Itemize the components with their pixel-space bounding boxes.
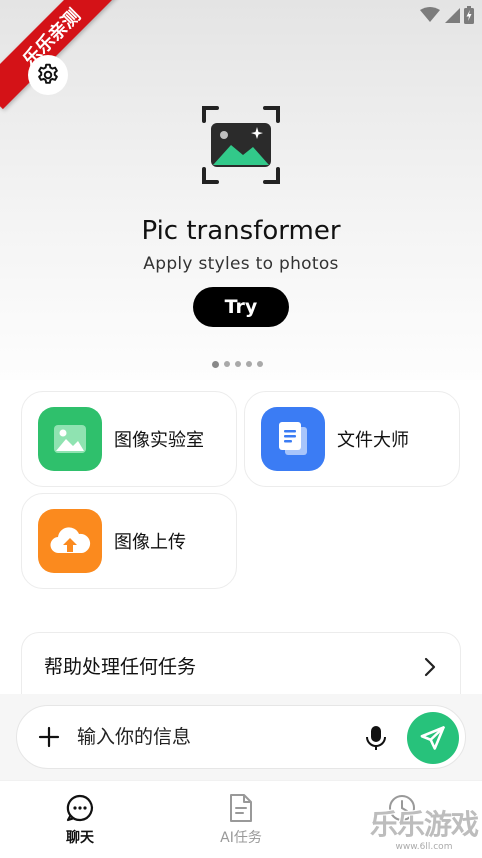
watermark-logo-text: 乐乐游戏: [369, 808, 479, 841]
feature-card-image-upload[interactable]: 图像上传: [21, 493, 237, 589]
hero-subtitle: Apply styles to photos: [143, 254, 339, 274]
nav-label: AI任务: [220, 830, 262, 846]
pager-dot[interactable]: [257, 361, 263, 367]
nav-label: 聊天: [66, 830, 94, 846]
send-icon: [420, 726, 445, 750]
carousel-pager: [212, 360, 263, 368]
help-task-card[interactable]: 帮助处理任何任务: [21, 632, 461, 702]
feature-card-file-master[interactable]: 文件大师: [244, 391, 460, 487]
gear-icon: [38, 63, 58, 84]
feature-card-image-lab[interactable]: 图像实验室: [21, 391, 237, 487]
help-task-label: 帮助处理任何任务: [44, 656, 197, 678]
chat-bubble-icon: [66, 794, 93, 822]
pager-dot[interactable]: [224, 361, 230, 367]
wifi-icon: [420, 7, 440, 22]
watermark-logo-url: www.6ll.com: [395, 842, 453, 852]
pager-dot[interactable]: [212, 360, 219, 368]
nav-tab-chat[interactable]: 聊天: [30, 793, 130, 847]
chevron-right-icon: [424, 657, 436, 677]
hero-title: Pic transformer: [141, 216, 341, 246]
ai-task-document-icon: [230, 794, 252, 822]
image-lab-icon: [38, 407, 102, 471]
battery-charging-icon: [464, 6, 474, 24]
try-button[interactable]: Try: [193, 287, 289, 327]
nav-tab-ai-task[interactable]: AI任务: [191, 793, 291, 847]
cellular-signal-icon: [445, 8, 460, 23]
message-composer: [16, 705, 466, 769]
plus-icon[interactable]: [37, 725, 61, 749]
feature-label: 图像实验室: [114, 430, 204, 451]
message-input[interactable]: [77, 721, 357, 753]
image-transform-icon: [202, 106, 280, 184]
send-button[interactable]: [407, 712, 459, 764]
watermark-logo: 乐乐游戏 www.6ll.com: [368, 808, 480, 856]
settings-button[interactable]: [28, 55, 68, 95]
pager-dot[interactable]: [246, 361, 252, 367]
document-icon: [261, 407, 325, 471]
pager-dot[interactable]: [235, 361, 241, 367]
microphone-icon[interactable]: [364, 725, 388, 751]
cloud-upload-icon: [38, 509, 102, 573]
feature-label: 文件大师: [337, 430, 409, 451]
feature-label: 图像上传: [114, 532, 186, 553]
status-bar: [420, 6, 474, 24]
